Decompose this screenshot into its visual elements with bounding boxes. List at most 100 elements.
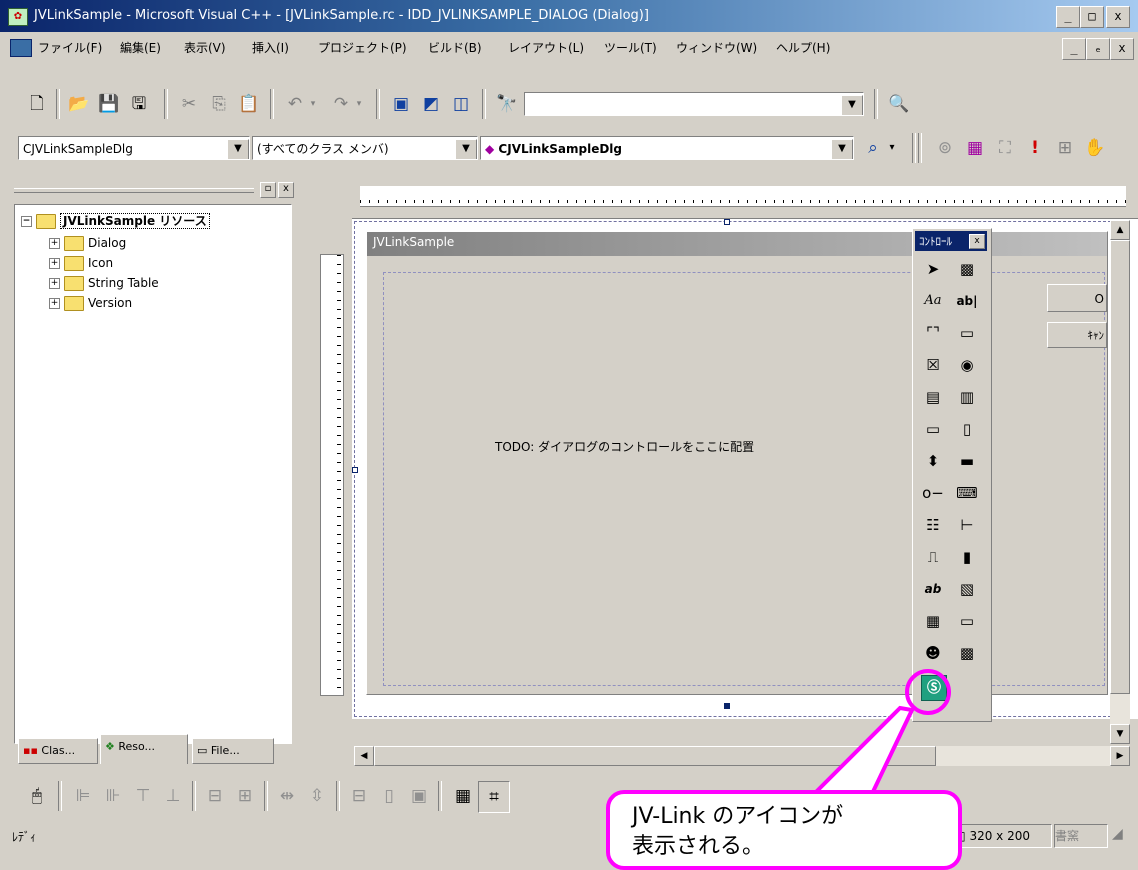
expand-icon[interactable]: + xyxy=(49,238,60,249)
maximize-button[interactable]: □ xyxy=(1080,6,1104,28)
app-icon[interactable]: ✿ xyxy=(8,8,28,26)
datetime-icon[interactable]: ▧ xyxy=(953,575,981,603)
tab-resourceview[interactable]: ❖ Reso... xyxy=(100,734,188,764)
compile-icon[interactable]: ⊚ xyxy=(930,133,960,163)
cut-icon[interactable]: ✂ xyxy=(174,89,204,119)
doc-minimize-button[interactable]: _ xyxy=(1062,38,1086,60)
undo-dropdown-icon[interactable]: ▾ xyxy=(306,89,320,119)
class-combo[interactable]: CJVLinkSampleDlg ▼ xyxy=(18,136,250,160)
resize-handle[interactable] xyxy=(352,467,358,473)
member-combo[interactable]: (すべてのクラス メンバ) ▼ xyxy=(252,136,478,160)
tab-control-icon[interactable]: ⎍ xyxy=(919,543,947,571)
align-left-icon[interactable]: ⊫ xyxy=(68,781,98,811)
expand-icon[interactable]: + xyxy=(49,278,60,289)
find-combo[interactable]: ▼ xyxy=(524,92,864,116)
v-scrollbar-icon[interactable]: ▯ xyxy=(953,415,981,443)
picture-icon[interactable]: ▩ xyxy=(953,255,981,283)
menu-edit[interactable]: 編集(E) xyxy=(120,33,161,63)
class-combo-arrow-icon[interactable]: ▼ xyxy=(227,139,249,159)
design-canvas[interactable]: JVLinkSample TODO: ダイアログのコントロールをここに配置 O … xyxy=(352,218,1138,719)
stop-build-icon[interactable]: ⛶ xyxy=(990,133,1020,163)
scroll-up-arrow-icon[interactable]: ▲ xyxy=(1110,220,1130,240)
workspace-gripper[interactable] xyxy=(14,188,254,193)
menu-build[interactable]: ビルド(B) xyxy=(428,33,482,63)
extended-combo-icon[interactable]: ▩ xyxy=(953,639,981,667)
wizard-dropdown-icon[interactable]: ▾ xyxy=(884,133,900,163)
expand-icon[interactable]: + xyxy=(49,298,60,309)
output-window-icon[interactable]: ◩ xyxy=(416,89,446,119)
menu-help[interactable]: ヘルプ(H) xyxy=(776,33,830,63)
static-text-icon[interactable]: Aa xyxy=(919,287,947,315)
progress-icon[interactable]: ▬ xyxy=(953,447,981,475)
paste-icon[interactable]: 📋 xyxy=(234,89,264,119)
find-combo-arrow-icon[interactable]: ▼ xyxy=(841,95,863,115)
toggle-grid-icon[interactable]: ▦ xyxy=(448,781,478,811)
align-top-icon[interactable]: ⊤ xyxy=(128,781,158,811)
custom-control-icon[interactable]: ☻ xyxy=(919,639,947,667)
combo-box-icon[interactable]: ▤ xyxy=(919,383,947,411)
test-dialog-icon[interactable]: 🖱 xyxy=(22,781,52,811)
space-down-icon[interactable]: ⇳ xyxy=(302,781,332,811)
resize-handle[interactable] xyxy=(724,219,730,225)
cancel-button[interactable]: ｷｬﾝ xyxy=(1047,322,1107,348)
dialog-template[interactable]: JVLinkSample TODO: ダイアログのコントロールをここに配置 O … xyxy=(366,231,1108,695)
toolbox-titlebar[interactable]: ｺﾝﾄﾛｰﾙ x xyxy=(915,231,987,251)
toggle-guides-icon[interactable]: ⌗ xyxy=(478,781,510,813)
center-horizontal-icon[interactable]: ⊞ xyxy=(230,781,260,811)
scroll-right-arrow-icon[interactable]: ▶ xyxy=(1110,746,1130,766)
new-text-file-icon[interactable]: 🗋 xyxy=(22,89,52,119)
make-same-width-icon[interactable]: ⊟ xyxy=(344,781,374,811)
make-same-size-icon[interactable]: ▣ xyxy=(404,781,434,811)
menu-layout[interactable]: レイアウト(L) xyxy=(508,33,584,63)
button-icon[interactable]: ▭ xyxy=(953,319,981,347)
member-combo-arrow-icon[interactable]: ▼ xyxy=(455,139,477,159)
tab-classview[interactable]: ▪▪ Clas... xyxy=(18,738,98,764)
function-combo[interactable]: ◆ CJVLinkSampleDlg ▼ xyxy=(480,136,854,160)
tree-item-dialog[interactable]: + Dialog xyxy=(49,233,126,253)
open-icon[interactable]: 📂 xyxy=(64,89,94,119)
tree-item-string-table[interactable]: + String Table xyxy=(49,273,159,293)
save-icon[interactable]: 💾 xyxy=(94,89,124,119)
vertical-scrollbar[interactable]: ▲ ▼ xyxy=(1110,220,1130,744)
go-icon[interactable]: ⊞ xyxy=(1050,133,1080,163)
scroll-thumb[interactable] xyxy=(1110,240,1130,694)
todo-static-text[interactable]: TODO: ダイアログのコントロールをここに配置 xyxy=(495,438,754,455)
hotkey-icon[interactable]: ⌨ xyxy=(953,479,981,507)
toolbox-close-button[interactable]: x xyxy=(969,234,985,249)
minimize-button[interactable]: _ xyxy=(1056,6,1080,28)
doc-restore-button[interactable]: ₑ xyxy=(1086,38,1110,60)
workspace-icon[interactable]: ▣ xyxy=(386,89,416,119)
radio-button-icon[interactable]: ◉ xyxy=(953,351,981,379)
collapse-icon[interactable]: − xyxy=(21,216,32,227)
center-vertical-icon[interactable]: ⊟ xyxy=(200,781,230,811)
tree-root[interactable]: − JVLinkSample リソース xyxy=(21,211,210,231)
copy-icon[interactable]: ⎘ xyxy=(204,89,234,119)
breakpoint-icon[interactable]: ✋ xyxy=(1080,133,1110,163)
check-box-icon[interactable]: ☒ xyxy=(919,351,947,379)
list-control-icon[interactable]: ☷ xyxy=(919,511,947,539)
workspace-close-button[interactable]: x xyxy=(278,182,294,198)
expand-icon[interactable]: + xyxy=(49,258,60,269)
align-right-icon[interactable]: ⊪ xyxy=(98,781,128,811)
doc-close-button[interactable]: x xyxy=(1110,38,1134,60)
tab-fileview[interactable]: ▭ File... xyxy=(192,738,274,764)
menu-window[interactable]: ウィンドウ(W) xyxy=(676,33,757,63)
close-button[interactable]: x xyxy=(1106,6,1130,28)
ip-address-icon[interactable]: ▭ xyxy=(953,607,981,635)
redo-dropdown-icon[interactable]: ▾ xyxy=(352,89,366,119)
h-scrollbar-icon[interactable]: ▭ xyxy=(919,415,947,443)
tree-item-version[interactable]: + Version xyxy=(49,293,132,313)
group-box-icon[interactable]: ⌜⌝ xyxy=(919,319,947,347)
horizontal-scrollbar[interactable]: ◀ ▶ xyxy=(354,746,1130,766)
rich-edit-icon[interactable]: ab xyxy=(919,575,947,603)
slider-icon[interactable]: o− xyxy=(919,479,947,507)
find-icon[interactable]: 🔍 xyxy=(884,89,914,119)
workspace-restore-button[interactable]: ▫ xyxy=(260,182,276,198)
menu-project[interactable]: プロジェクト(P) xyxy=(318,33,407,63)
save-all-icon[interactable]: 🖫 xyxy=(124,89,154,119)
pointer-icon[interactable]: ➤ xyxy=(919,255,947,283)
align-bottom-icon[interactable]: ⊥ xyxy=(158,781,188,811)
scroll-left-arrow-icon[interactable]: ◀ xyxy=(354,746,374,766)
animate-icon[interactable]: ▮ xyxy=(953,543,981,571)
size-grip-icon[interactable]: ◢ xyxy=(1112,826,1132,846)
